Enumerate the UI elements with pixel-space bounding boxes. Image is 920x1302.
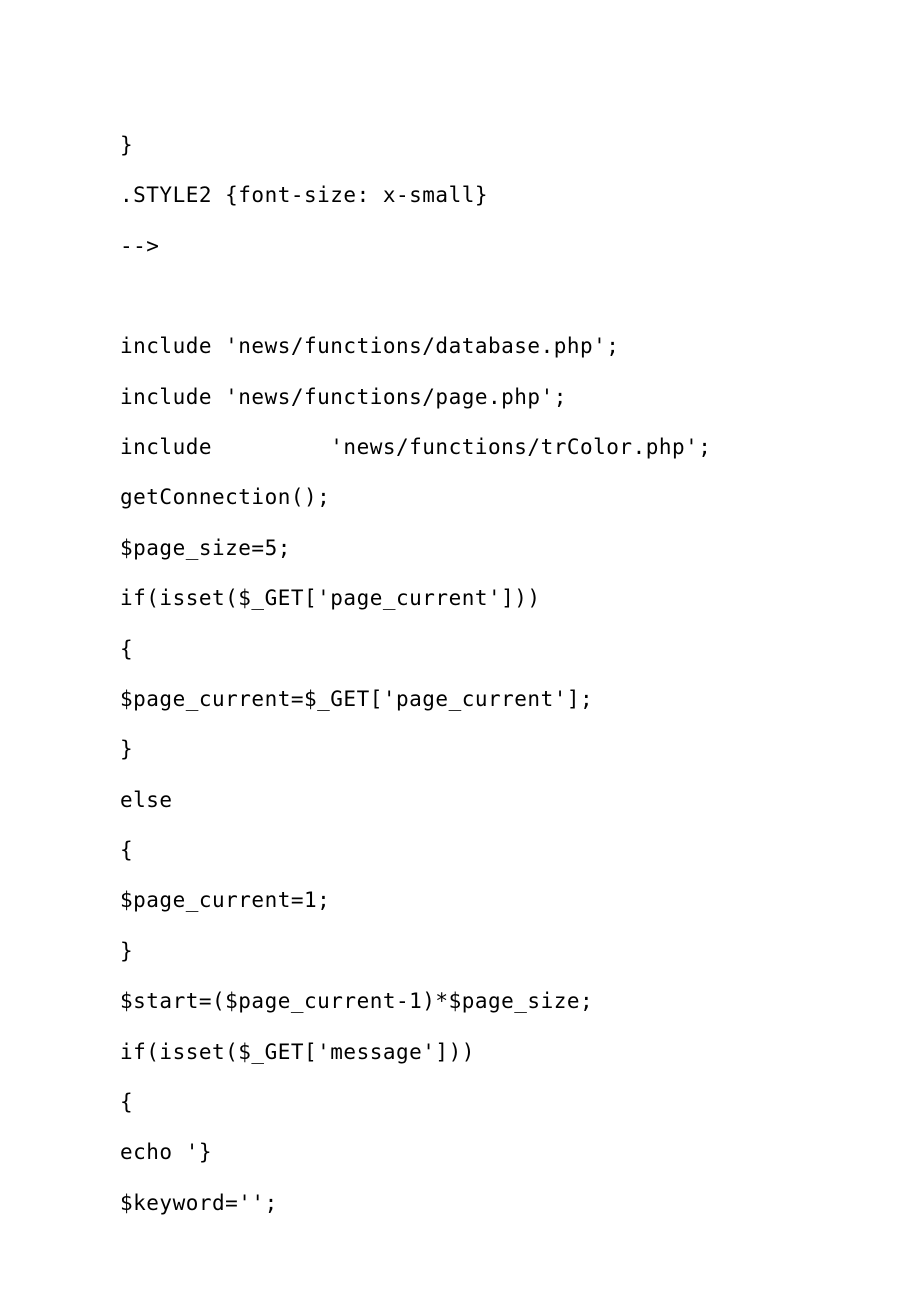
code-line: include 'news/functions/page.php'; [120, 372, 800, 422]
code-line: { [120, 1077, 800, 1127]
code-line: getConnection(); [120, 472, 800, 522]
code-line: include 'news/functions/trColor.php'; [120, 422, 800, 472]
code-line: .STYLE2 {font-size: x-small} [120, 170, 800, 220]
code-line: } [120, 120, 800, 170]
code-line: $page_current=$_GET['page_current']; [120, 674, 800, 724]
code-line: --> [120, 221, 800, 271]
code-line: if(isset($_GET['message'])) [120, 1027, 800, 1077]
code-line: { [120, 624, 800, 674]
code-line: else [120, 775, 800, 825]
document-page: } .STYLE2 {font-size: x-small} --> inclu… [0, 0, 920, 1228]
code-line: include 'news/functions/database.php'; [120, 321, 800, 371]
code-line: } [120, 724, 800, 774]
blank-line [120, 271, 800, 321]
code-line: $page_size=5; [120, 523, 800, 573]
code-line: } [120, 926, 800, 976]
code-line: echo '} [120, 1127, 800, 1177]
code-line: $start=($page_current-1)*$page_size; [120, 976, 800, 1026]
code-line: $page_current=1; [120, 875, 800, 925]
code-line: { [120, 825, 800, 875]
code-line: $keyword=''; [120, 1178, 800, 1228]
code-line: if(isset($_GET['page_current'])) [120, 573, 800, 623]
